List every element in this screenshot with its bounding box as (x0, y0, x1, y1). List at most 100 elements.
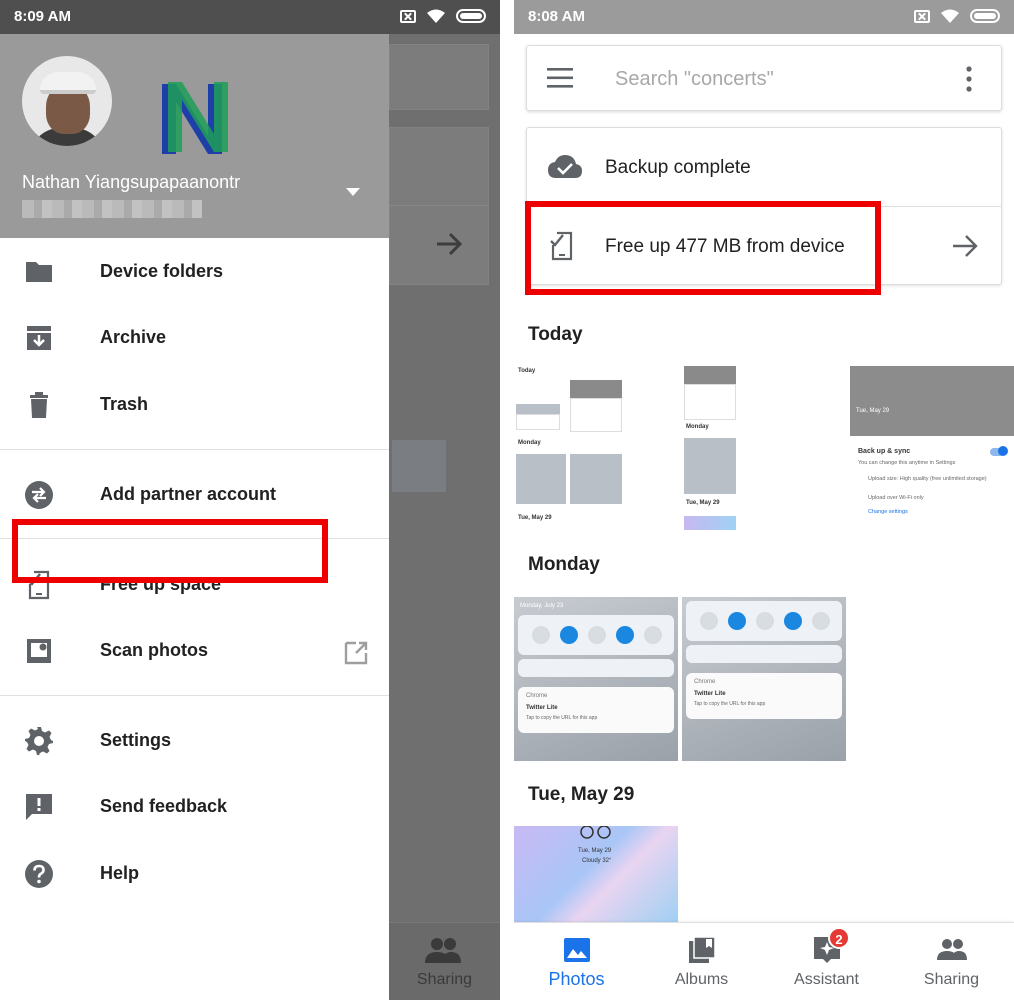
menu-item-add-partner-account[interactable]: Add partner account (0, 465, 389, 525)
navigation-drawer: Nathan Yiangsupapaanontr Device folders … (0, 34, 389, 1000)
status-time: 8:09 AM (14, 8, 71, 25)
nav-label: Sharing (923, 971, 980, 988)
thumb-text: Monday (686, 424, 709, 430)
menu-item-send-feedback[interactable]: Send feedback (0, 777, 389, 837)
thumb-text: Tue, May 29 (578, 848, 612, 854)
section-title-today: Today (528, 324, 583, 345)
wifi-icon (941, 9, 959, 23)
thumb-text: Chrome (526, 693, 548, 699)
no-sim-icon (914, 9, 930, 23)
thumb-text: Change settings (868, 509, 908, 515)
photo-thumbnail[interactable]: Monday, July 23 Chrome Twitter Lite Tap … (514, 597, 678, 761)
thumb-text: Upload over Wi-Fi only (868, 495, 924, 501)
nav-label: Photos (548, 969, 605, 989)
photo-thumbnail[interactable]: Tue, May 29 Back up & sync You can chang… (850, 366, 1014, 530)
menu-label: Device folders (100, 261, 224, 281)
help-icon (25, 860, 53, 888)
menu-label: Add partner account (100, 484, 277, 504)
menu-item-settings[interactable]: Settings (0, 711, 389, 771)
gear-icon (25, 727, 53, 755)
system-icons (400, 8, 486, 24)
user-name: Nathan Yiangsupapaanontr (22, 172, 241, 192)
right-screen: 8:08 AM Backup complete Free up 477 MB f… (514, 0, 1014, 1000)
background-search-card (389, 44, 489, 110)
archive-icon (27, 326, 51, 350)
thumb-text: Tue, May 29 (686, 500, 720, 506)
cloud-done-icon (548, 155, 582, 178)
background-thumbnail (392, 440, 446, 492)
battery-icon (970, 9, 1000, 23)
status-bar: 8:09 AM (0, 0, 500, 34)
feedback-icon (26, 794, 52, 820)
no-sim-icon (400, 9, 416, 23)
user-email-redacted (22, 200, 202, 218)
photo-thumbnail[interactable]: Today Monday Tue, May 29 (514, 366, 678, 530)
system-icons (914, 8, 1000, 24)
external-link-icon (344, 641, 368, 665)
albums-icon (689, 936, 716, 963)
left-screen: 8:09 AM Sharing Nathan Yiangsupapaanontr (0, 0, 500, 1000)
thumb-text: Back up & sync (858, 448, 911, 455)
backup-complete-label: Backup complete (605, 157, 751, 178)
photo-thumbnail[interactable]: Tue, May 29 Cloudy 32° (514, 826, 678, 922)
nav-tab-sharing[interactable]: Sharing (889, 923, 1014, 1000)
thumb-text: Tue, May 29 (856, 408, 890, 414)
assistant-badge: 2 (828, 927, 850, 949)
background-sharing-icon (425, 938, 461, 963)
background-nav-sharing: Sharing (389, 922, 500, 1000)
thumb-text: Twitter Lite (694, 691, 726, 697)
menu-label: Settings (100, 730, 172, 750)
sharing-icon (937, 939, 967, 960)
thumb-text: Tap to copy the URL for this app (694, 701, 766, 707)
status-time: 8:08 AM (528, 8, 585, 25)
nav-tab-albums[interactable]: Albums (639, 923, 764, 1000)
nav-tab-photos[interactable]: Photos (514, 923, 639, 1000)
menu-label: Archive (100, 327, 167, 347)
wifi-icon (427, 9, 445, 23)
photo-thumbnail[interactable]: Monday Tue, May 29 (682, 366, 846, 530)
menu-item-trash[interactable]: Trash (0, 375, 389, 435)
menu-label: Scan photos (100, 640, 209, 660)
nav-tab-assistant[interactable]: 2 Assistant (764, 923, 889, 1000)
thumb-text: You can change this anytime in Settings (858, 460, 956, 466)
menu-item-scan-photos[interactable]: Scan photos (0, 621, 389, 681)
avatar[interactable] (22, 56, 112, 146)
photos-icon (564, 938, 590, 962)
section-title-tue-may-29: Tue, May 29 (528, 784, 635, 805)
folder-icon (26, 262, 52, 282)
background-divider (389, 205, 489, 206)
menu-item-device-folders[interactable]: Device folders (0, 242, 389, 302)
menu-label: Trash (100, 394, 149, 414)
account-logo-n[interactable] (158, 80, 234, 158)
backup-complete-row[interactable]: Backup complete (527, 128, 1001, 206)
hamburger-menu-icon[interactable] (547, 68, 573, 88)
thumb-text: Tap to copy the URL for this app (526, 715, 598, 721)
menu-item-help[interactable]: Help (0, 844, 389, 904)
thumb-text: Twitter Lite (526, 705, 558, 711)
status-bar: 8:08 AM (514, 0, 1014, 34)
thumb-text: Tue, May 29 (518, 515, 552, 521)
partner-swap-icon (25, 481, 53, 509)
highlight-box-free-up-space (12, 519, 328, 583)
menu-label: Send feedback (100, 796, 228, 816)
background-arrow-icon (437, 232, 463, 256)
menu-label: Help (100, 863, 140, 883)
nav-label: Albums (674, 971, 729, 988)
scan-photos-icon (27, 639, 51, 663)
thumb-text: Cloudy 32° (582, 858, 612, 864)
photo-thumbnail[interactable]: Chrome Twitter Lite Tap to copy the URL … (682, 597, 846, 761)
battery-icon (456, 9, 486, 23)
arrow-right-icon[interactable] (951, 232, 979, 260)
account-dropdown-icon[interactable] (346, 188, 360, 196)
thumb-text: Monday (518, 440, 541, 446)
search-input[interactable] (615, 66, 935, 92)
thumb-text: Chrome (694, 679, 716, 685)
bottom-navigation: Photos Albums 2 Assistant Sharing (514, 922, 1014, 1000)
clock-digits-icon (580, 826, 611, 839)
thumb-text: Monday, July 23 (520, 603, 564, 609)
background-status-card (389, 127, 489, 285)
more-options-icon[interactable] (965, 66, 973, 92)
menu-item-archive[interactable]: Archive (0, 308, 389, 368)
trash-icon (30, 392, 48, 418)
background-sharing-label: Sharing (416, 971, 473, 988)
